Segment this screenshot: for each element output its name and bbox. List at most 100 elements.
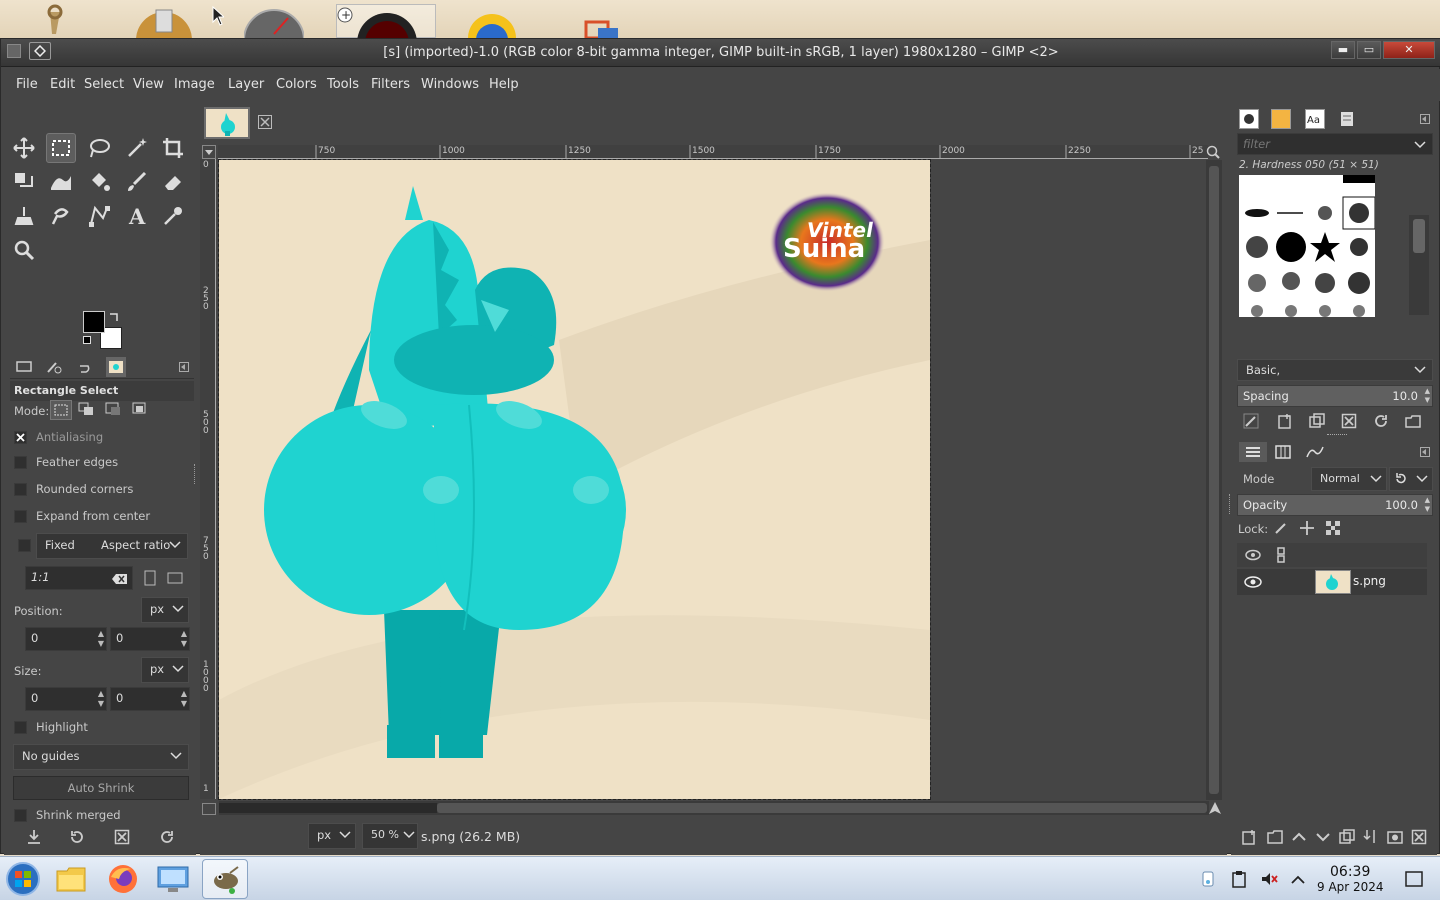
unified-transform-tool-icon[interactable] — [9, 167, 39, 197]
panel-menu-icon[interactable] — [1415, 442, 1435, 462]
vertical-scrollbar[interactable] — [1206, 160, 1222, 800]
portrait-icon[interactable] — [140, 568, 160, 588]
paintbrush-tool-icon[interactable] — [122, 167, 152, 197]
mode-add-icon[interactable] — [76, 400, 98, 420]
spinner-icon[interactable]: ▲ ▼ — [1425, 496, 1430, 514]
clock-date[interactable]: 9 Apr 2024 — [1317, 880, 1384, 894]
new-brush-icon[interactable] — [1275, 411, 1295, 431]
edit-brush-icon[interactable] — [1241, 411, 1261, 431]
mode-subtract-icon[interactable] — [103, 400, 125, 420]
reset-options-icon[interactable] — [157, 827, 177, 847]
document-history-tab-icon[interactable] — [1337, 109, 1357, 129]
quick-mask-corner-icon[interactable] — [202, 145, 216, 159]
clear-field-icon[interactable] — [112, 571, 128, 584]
layer-row[interactable]: s.png — [1237, 569, 1427, 595]
move-tool-icon[interactable] — [9, 133, 39, 163]
lock-pixels-icon[interactable] — [1271, 518, 1291, 538]
color-picker-tool-icon[interactable] — [158, 201, 188, 231]
smudge-tool-icon[interactable] — [46, 201, 76, 231]
dock-resize-handle[interactable] — [1229, 494, 1232, 514]
dock-separator[interactable] — [1327, 434, 1347, 436]
images-tab-icon[interactable] — [106, 357, 126, 377]
fuzzy-select-tool-icon[interactable] — [122, 133, 152, 163]
spacing-field[interactable]: Spacing 10.0 ▲ ▼ — [1237, 385, 1433, 407]
guides-dropdown[interactable]: No guides — [13, 744, 189, 770]
menu-edit[interactable]: Edit — [50, 77, 75, 92]
restore-options-icon[interactable] — [67, 827, 87, 847]
control-panel-icon[interactable] — [150, 859, 196, 899]
close-tab-icon[interactable] — [258, 115, 274, 131]
volume-muted-icon[interactable] — [1259, 869, 1279, 889]
layer-visibility-icon[interactable] — [1243, 572, 1263, 592]
horizontal-scrollbar[interactable] — [219, 801, 1209, 815]
bucket-fill-tool-icon[interactable] — [84, 167, 114, 197]
paths-tool-icon[interactable] — [84, 201, 114, 231]
gimp-taskbar-button[interactable] — [202, 859, 248, 899]
menu-layer[interactable]: Layer — [228, 77, 264, 92]
desktop-icon-gauge[interactable] — [243, 4, 305, 71]
menu-tools[interactable]: Tools — [327, 77, 359, 92]
eraser-tool-icon[interactable] — [158, 167, 188, 197]
delete-layer-icon[interactable] — [1409, 827, 1429, 847]
antialiasing-checkbox[interactable] — [14, 431, 27, 444]
clipboard-icon[interactable] — [1229, 869, 1249, 889]
new-group-icon[interactable] — [1265, 827, 1285, 847]
menu-windows[interactable]: Windows — [421, 77, 479, 92]
spinner-icon[interactable]: ▲ ▼ — [1425, 387, 1430, 405]
layers-tab-icon[interactable] — [1239, 442, 1267, 462]
channels-tab-icon[interactable] — [1269, 442, 1297, 462]
feather-edges-checkbox[interactable] — [14, 456, 27, 469]
brush-scroll-thumb[interactable] — [1413, 219, 1425, 253]
horizontal-scroll-thumb[interactable] — [437, 803, 1207, 813]
swap-colors-icon[interactable] — [109, 311, 119, 321]
position-unit-dropdown[interactable]: px — [141, 597, 189, 623]
add-mask-icon[interactable] — [1385, 827, 1405, 847]
patterns-tab-icon[interactable] — [1271, 109, 1291, 129]
spinner-icon[interactable]: ▲ ▼ — [181, 629, 187, 649]
menu-filters[interactable]: Filters — [371, 77, 410, 92]
landscape-icon[interactable] — [165, 568, 185, 588]
menu-help[interactable]: Help — [489, 77, 519, 92]
warp-tool-icon[interactable] — [46, 167, 76, 197]
position-y-input[interactable]: 0 ▲ ▼ — [110, 627, 190, 651]
opacity-field[interactable]: Opacity 100.0 ▲ ▼ — [1237, 494, 1433, 516]
image-tab-thumbnail[interactable] — [204, 107, 250, 139]
undo-history-tab-icon[interactable] — [74, 357, 94, 377]
fonts-tab-icon[interactable]: Aa — [1305, 109, 1325, 129]
paths-tab-icon[interactable] — [1301, 442, 1329, 462]
menu-image[interactable]: Image — [174, 77, 215, 92]
clock-time[interactable]: 06:39 — [1330, 864, 1370, 880]
menu-colors[interactable]: Colors — [276, 77, 317, 92]
default-colors-icon[interactable] — [83, 336, 91, 344]
panel-menu-icon[interactable] — [174, 357, 194, 377]
raise-layer-icon[interactable] — [1289, 827, 1309, 847]
position-x-input[interactable]: 0 ▲ ▼ — [25, 627, 107, 651]
desktop-icon-gear[interactable] — [134, 4, 192, 68]
tool-options-tab-icon[interactable] — [14, 357, 34, 377]
brush-scrollbar[interactable] — [1409, 215, 1429, 315]
shrink-merged-checkbox[interactable] — [14, 809, 27, 822]
merge-layer-icon[interactable] — [1361, 827, 1381, 847]
show-desktop-icon[interactable] — [1404, 869, 1424, 889]
delete-options-icon[interactable] — [112, 827, 132, 847]
lasso-tool-icon[interactable] — [84, 133, 114, 163]
mode-intersect-icon[interactable] — [130, 400, 152, 420]
mode-replace-icon[interactable] — [50, 400, 72, 420]
vertical-scroll-thumb[interactable] — [1209, 166, 1219, 794]
crop-tool-icon[interactable] — [158, 133, 188, 163]
refresh-brushes-icon[interactable] — [1371, 411, 1391, 431]
size-height-input[interactable]: 0 ▲ ▼ — [110, 687, 190, 711]
desktop-icon-tools[interactable] — [30, 4, 84, 38]
image-canvas[interactable]: Vintel Suina — [218, 159, 931, 800]
lock-alpha-icon[interactable] — [1323, 518, 1343, 538]
rect-select-tool-icon[interactable] — [46, 133, 76, 163]
fixed-mode-dropdown[interactable]: Fixed Aspect ratio — [36, 533, 188, 559]
fixed-checkbox[interactable] — [18, 539, 31, 552]
spinner-icon[interactable]: ▲ ▼ — [98, 629, 104, 649]
rounded-corners-checkbox[interactable] — [14, 483, 27, 496]
firefox-icon[interactable] — [100, 859, 146, 899]
aspect-ratio-field[interactable]: 1:1 — [25, 566, 133, 590]
desktop-icon-sun[interactable] — [462, 4, 516, 62]
brush-filter-input[interactable]: filter — [1237, 133, 1433, 155]
lock-position-icon[interactable] — [1297, 518, 1317, 538]
